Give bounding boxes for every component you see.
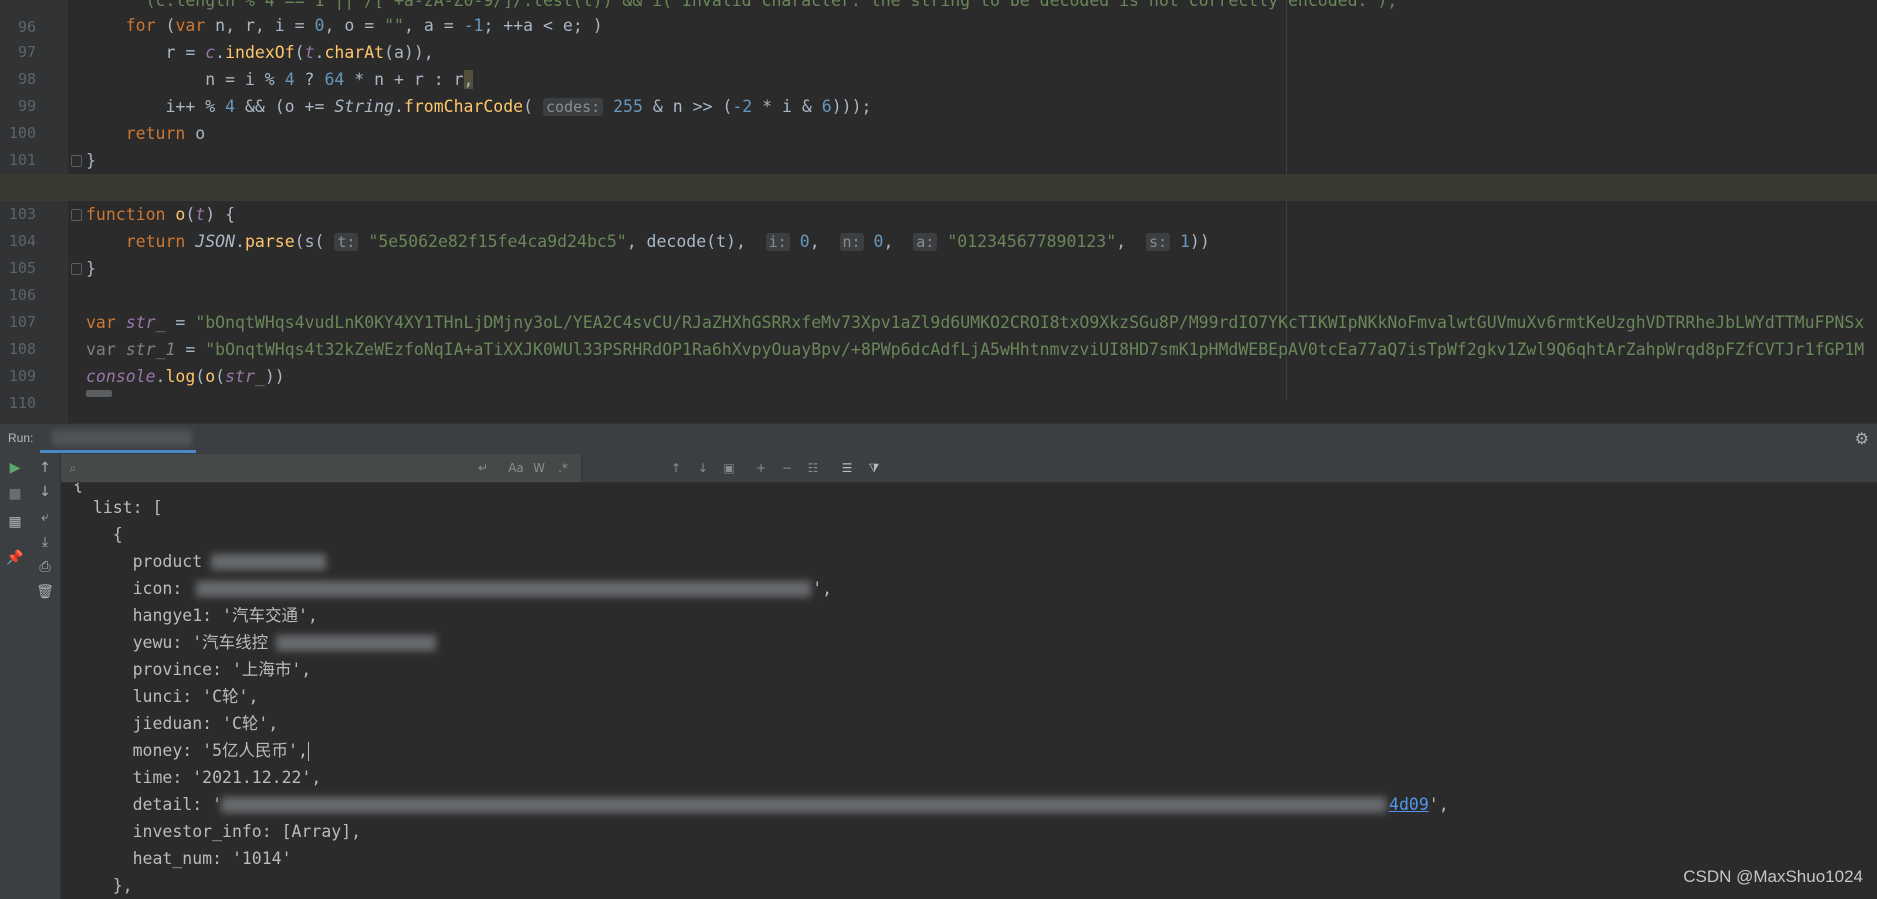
code-text: r = c.indexOf(t.charAt(a)), bbox=[86, 43, 434, 62]
toggle-selection-icon[interactable]: ☷ bbox=[803, 458, 823, 478]
code-text: console.log(o(str_)) bbox=[86, 367, 285, 386]
code-line-current[interactable]: 103 bbox=[0, 174, 1877, 223]
select-all-occurrences-icon[interactable]: ▣ bbox=[719, 458, 739, 478]
run-tool-window-header: Run: ⚙ bbox=[0, 423, 1877, 455]
code-text: } bbox=[86, 151, 96, 170]
words-icon[interactable]: W bbox=[529, 458, 549, 478]
code-line[interactable]: 101 return o bbox=[0, 120, 1877, 169]
console-line: province: '上海市', bbox=[73, 660, 312, 679]
run-tab-redacted[interactable] bbox=[52, 430, 192, 446]
code-text: for (var n, r, i = 0, o = "", a = -1; ++… bbox=[125, 16, 603, 35]
code-line[interactable]: 97 for (var n, r, i = 0, o = "", a = -1;… bbox=[0, 12, 1877, 61]
next-occurrence-icon[interactable]: ↓ bbox=[693, 458, 713, 478]
arrow-down-icon[interactable]: ↓ bbox=[35, 482, 55, 502]
regex-icon[interactable]: .* bbox=[553, 458, 573, 478]
add-occurrence-icon[interactable]: + bbox=[751, 458, 771, 478]
prev-occurrence-icon[interactable]: ↑ bbox=[666, 458, 686, 478]
code-line[interactable]: 102 } bbox=[0, 147, 1877, 196]
console-line: money: '5亿人民币', bbox=[73, 737, 309, 764]
line-number: 110 bbox=[8, 394, 36, 412]
console-line: hangye1: '汽车交通', bbox=[73, 606, 318, 625]
code-text: n = i % 4 ? 64 * n + r : r, bbox=[86, 70, 474, 89]
run-actions-toolbar: ▶ ■ ▦ 📌 bbox=[0, 454, 31, 899]
console-line: product bbox=[73, 552, 203, 571]
fold-marker[interactable] bbox=[71, 209, 82, 221]
fold-marker[interactable] bbox=[71, 263, 82, 275]
soft-wrap-icon[interactable]: ⤶ bbox=[35, 507, 55, 527]
console-line: yewu: '汽车线控 bbox=[73, 633, 269, 652]
code-editor[interactable]: 96 (c.length % 4 == 1 || /[^+a-zA-Z0-9/]… bbox=[0, 0, 1877, 423]
code-text: var str_1 = "bOnqtWHqs4t32kZeWEzfoNqIA+a… bbox=[86, 340, 1865, 359]
redacted-text bbox=[211, 554, 326, 570]
console-line: lunci: 'C轮', bbox=[73, 687, 259, 706]
rerun-icon[interactable]: ▶ bbox=[5, 458, 25, 478]
new-line-icon[interactable]: ↵ bbox=[473, 458, 493, 478]
code-text: return o bbox=[125, 124, 206, 143]
console-key: icon: bbox=[73, 579, 193, 598]
console-punct: ', bbox=[1428, 795, 1449, 814]
stop-icon[interactable]: ■ bbox=[5, 484, 25, 504]
gear-icon[interactable]: ⚙ bbox=[1855, 429, 1869, 449]
console-line: heat_num: '1014' bbox=[73, 849, 292, 868]
arrow-up-icon[interactable]: ↑ bbox=[35, 458, 55, 478]
code-text: var str_ = "bOnqtWHqs4vudLnK0KY4XY1THnLj… bbox=[86, 313, 1865, 332]
pin-icon[interactable]: 📌 bbox=[5, 548, 25, 568]
match-case-icon[interactable]: Aa bbox=[506, 458, 526, 478]
console-line: }, bbox=[73, 876, 133, 895]
console-punct: ', bbox=[812, 579, 833, 598]
detail-link[interactable]: 4d09 bbox=[1389, 795, 1429, 814]
code-line[interactable]: 106 } bbox=[0, 255, 1877, 304]
console-line: investor_info: [Array], bbox=[73, 822, 362, 841]
code-text: return JSON.parse(s( t: "5e5062e82f15fe4… bbox=[125, 232, 1210, 251]
console-output[interactable]: { list: [ { product icon: ', hangye1: '汽… bbox=[61, 483, 1877, 899]
console-search-bar: ⌕ ↵ Aa W .* ↑ ↓ ▣ + − ☷ ☰ ⧩ bbox=[61, 454, 1877, 483]
code-text: function o(t) { bbox=[86, 205, 236, 224]
text-cursor bbox=[307, 742, 309, 761]
remove-occurrence-icon[interactable]: − bbox=[777, 458, 797, 478]
code-text: (c.length % 4 == 1 || /[^+a-zA-Z0-9/]/.t… bbox=[145, 0, 1398, 10]
console-text: money: '5亿人民币', bbox=[73, 741, 308, 760]
code-line[interactable]: 109 var str_1 = "bOnqtWHqs4t32kZeWEzfoNq… bbox=[0, 336, 1877, 385]
console-line: list: [ bbox=[73, 498, 163, 517]
horizontal-scrollbar[interactable] bbox=[86, 390, 112, 397]
scroll-to-end-icon[interactable]: ⤓ bbox=[35, 532, 55, 552]
redacted-text bbox=[196, 581, 811, 597]
fold-marker[interactable] bbox=[71, 155, 82, 167]
code-line[interactable]: 107 bbox=[0, 282, 1877, 331]
redacted-text bbox=[221, 797, 1386, 813]
console-key: detail: ' bbox=[73, 795, 223, 814]
code-line[interactable]: 105 return JSON.parse(s( t: "5e5062e82f1… bbox=[0, 228, 1877, 277]
console-line: { bbox=[73, 525, 123, 544]
code-line[interactable]: 98 r = c.indexOf(t.charAt(a)), bbox=[0, 39, 1877, 88]
search-input[interactable] bbox=[83, 458, 517, 480]
console-line: time: '2021.12.22', bbox=[73, 768, 322, 787]
console-line: jieduan: 'C轮', bbox=[73, 714, 279, 733]
run-label: Run: bbox=[8, 431, 34, 445]
active-tab-indicator bbox=[40, 450, 196, 453]
search-icon[interactable]: ⌕ bbox=[63, 458, 83, 478]
trash-icon[interactable]: 🗑 bbox=[35, 582, 55, 602]
redacted-text bbox=[276, 635, 436, 651]
print-icon[interactable]: ⎙ bbox=[35, 557, 55, 577]
layout-icon[interactable]: ▦ bbox=[5, 512, 25, 532]
code-line[interactable]: 104 function o(t) { bbox=[0, 201, 1877, 250]
code-text: } bbox=[86, 259, 96, 278]
code-line[interactable]: 99 n = i % 4 ? 64 * n + r : r, bbox=[0, 66, 1877, 115]
code-line[interactable]: 108 var str_ = "bOnqtWHqs4vudLnK0KY4XY1T… bbox=[0, 309, 1877, 358]
filter-lines-icon[interactable]: ☰ bbox=[837, 458, 857, 478]
search-field[interactable]: ⌕ ↵ Aa W .* bbox=[61, 454, 582, 482]
code-line[interactable]: 100 i++ % 4 && (o += String.fromCharCode… bbox=[0, 93, 1877, 142]
code-line[interactable]: 110 console.log(o(str_)) bbox=[0, 363, 1877, 412]
code-text: i++ % 4 && (o += String.fromCharCode( co… bbox=[86, 97, 872, 116]
watermark: CSDN @MaxShuo1024 bbox=[1683, 867, 1863, 886]
funnel-icon[interactable]: ⧩ bbox=[864, 458, 884, 478]
console-actions-toolbar: ↑ ↓ ⤶ ⤓ ⎙ 🗑 bbox=[30, 454, 61, 899]
